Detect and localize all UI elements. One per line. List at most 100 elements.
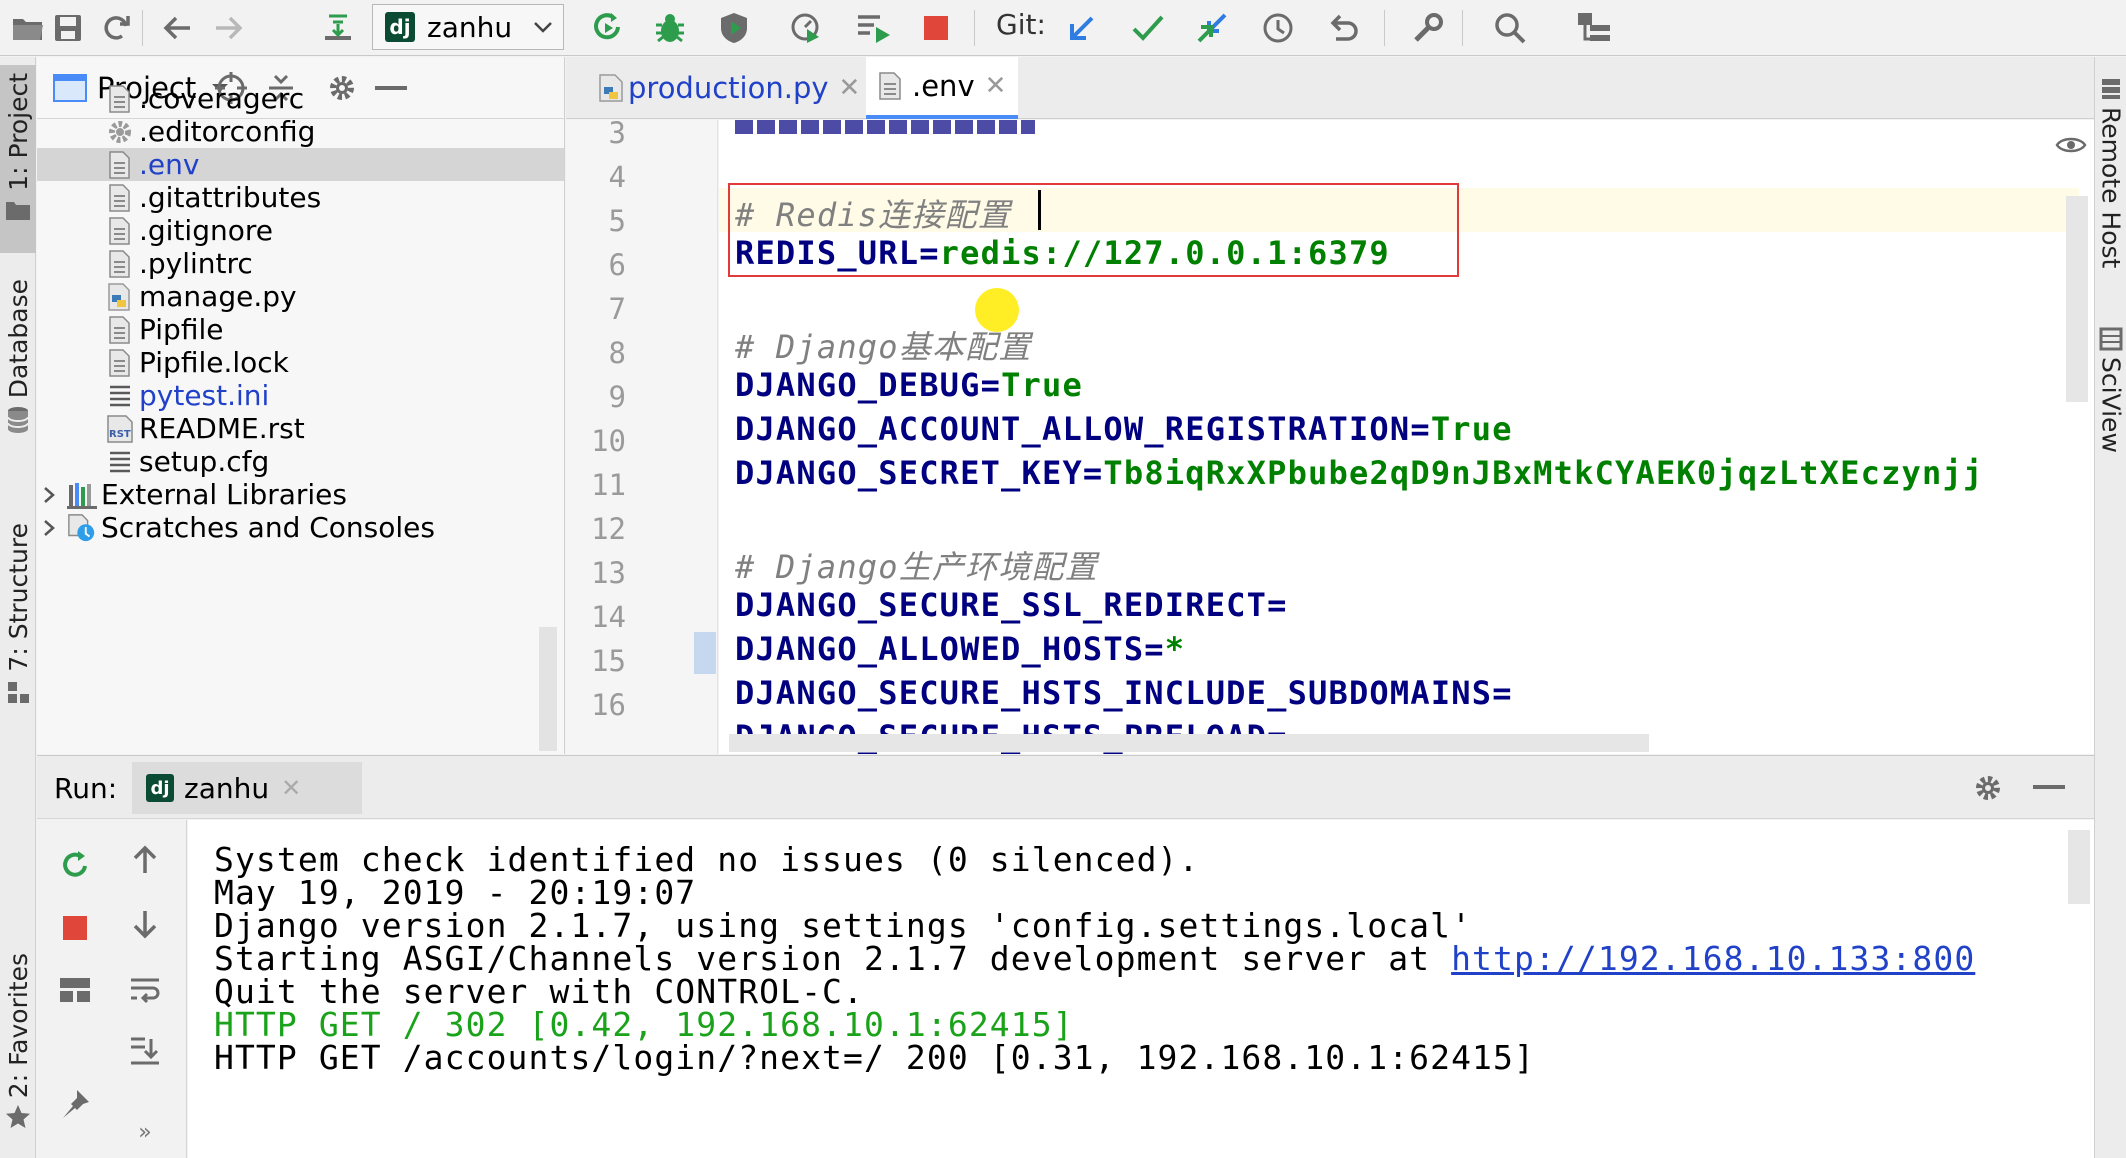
more-icon[interactable]: » <box>123 1110 167 1154</box>
tab-structure[interactable]: 7: Structure <box>0 517 36 723</box>
arrow-down-icon[interactable] <box>123 902 167 946</box>
tab-favorites[interactable]: 2: Favorites <box>0 947 36 1157</box>
project-tree-item[interactable]: .pylintrc <box>37 247 564 280</box>
project-tree-item-label: .gitattributes <box>139 181 322 214</box>
line-number: 5 <box>608 204 626 238</box>
tab-remote-host-label: Remote Host <box>2096 107 2126 269</box>
line-number: 15 <box>591 644 626 678</box>
line-number: 4 <box>608 160 626 194</box>
code-editor[interactable]: # Redis连接配置 REDIS_URL=redis://127.0.0.1:… <box>719 120 2094 754</box>
wrench-icon[interactable] <box>1406 6 1450 50</box>
tab-database[interactable]: Database <box>0 273 36 489</box>
project-tree-item[interactable]: External Libraries <box>37 478 564 511</box>
forward-icon[interactable] <box>206 6 250 50</box>
console-output[interactable]: System check identified no issues (0 sil… <box>188 820 2094 1158</box>
project-tree-item[interactable]: manage.py <box>37 280 564 313</box>
run-concurrency-icon[interactable] <box>852 6 896 50</box>
project-tree-item[interactable]: RST README.rst <box>37 412 564 445</box>
tab-sciview[interactable]: SciView <box>2095 327 2126 527</box>
editor-v-scrollbar[interactable] <box>2066 196 2088 402</box>
tab-structure-label: 7: Structure <box>3 523 33 672</box>
stop-icon[interactable] <box>914 6 958 50</box>
open-folder-icon[interactable] <box>6 6 50 50</box>
sync-icon[interactable] <box>94 6 138 50</box>
stop-icon[interactable] <box>53 906 97 950</box>
line-number: 6 <box>608 248 626 282</box>
save-icon[interactable] <box>46 6 90 50</box>
rst-file-icon: RST <box>105 413 135 445</box>
project-tree-item[interactable]: Pipfile.lock <box>37 346 564 379</box>
structure-view-icon[interactable] <box>1572 6 1616 50</box>
arrow-up-icon[interactable] <box>123 838 167 882</box>
tab-remote-host[interactable]: Remote Host <box>2095 77 2126 347</box>
close-icon[interactable]: ✕ <box>839 73 861 103</box>
gear-file-icon <box>105 116 135 148</box>
line-number: 13 <box>591 556 626 590</box>
project-tree-item[interactable]: Pipfile <box>37 313 564 346</box>
tab-production-py[interactable]: production.py ✕ <box>586 57 872 119</box>
project-tree-item[interactable]: pytest.ini <box>37 379 564 412</box>
tab-env[interactable]: .env ✕ <box>866 57 1019 119</box>
debug-icon[interactable] <box>648 6 692 50</box>
profile-icon[interactable] <box>784 6 828 50</box>
build-icon[interactable] <box>316 6 360 50</box>
search-icon[interactable] <box>1488 6 1532 50</box>
gear-icon[interactable] <box>1971 771 2005 805</box>
project-tree-item[interactable]: .coveragerc <box>37 82 564 115</box>
line-number: 9 <box>608 380 626 414</box>
svg-text:RST: RST <box>109 429 131 440</box>
project-scrollbar[interactable] <box>539 627 557 751</box>
tab-project[interactable]: 1: Project <box>0 65 36 253</box>
back-icon[interactable] <box>156 6 200 50</box>
server-url-link[interactable]: http://192.168.10.133:800 <box>1451 939 1975 978</box>
project-tree-item[interactable]: .gitattributes <box>37 181 564 214</box>
layout-icon[interactable] <box>53 968 97 1012</box>
project-tree-item[interactable]: .env <box>37 148 564 181</box>
left-tool-strip: 1: Project Database 7: Structure 2: Favo… <box>0 57 36 1158</box>
git-push-icon[interactable] <box>1190 6 1234 50</box>
rerun-icon[interactable] <box>53 844 97 888</box>
pin-icon[interactable] <box>53 1082 97 1126</box>
run-tab-zanhu[interactable]: dj zanhu ✕ <box>132 762 362 814</box>
code-key: DJANGO_DEBUG= <box>735 366 1002 404</box>
chevron-down-icon <box>534 22 552 33</box>
code-line-10: DJANGO_SECRET_KEY=Tb8iqRxXPbube2qD9nJBxM… <box>735 454 1983 492</box>
expand-arrow-icon[interactable] <box>37 519 61 537</box>
console-scrollbar[interactable] <box>2068 830 2090 904</box>
git-update-icon[interactable] <box>1060 6 1104 50</box>
soft-wrap-icon[interactable] <box>123 968 167 1012</box>
right-tool-strip: Remote Host SciView <box>2094 57 2126 1158</box>
python-file-icon <box>599 74 623 102</box>
close-icon[interactable]: ✕ <box>985 71 1007 101</box>
project-tree-item[interactable]: .editorconfig <box>37 115 564 148</box>
line-number: 7 <box>608 292 626 326</box>
line-number: 14 <box>591 600 626 634</box>
project-tree-item[interactable]: setup.cfg <box>37 445 564 478</box>
git-commit-icon[interactable] <box>1126 6 1170 50</box>
git-rollback-icon[interactable] <box>1322 6 1366 50</box>
code-line-8: DJANGO_DEBUG=True <box>735 366 1083 404</box>
project-tree-item[interactable]: Scratches and Consoles <box>37 511 564 544</box>
eye-icon[interactable] <box>2055 134 2087 156</box>
tab-favorites-label: 2: Favorites <box>3 953 33 1099</box>
code-key: DJANGO_ACCOUNT_ALLOW_REGISTRATION= <box>735 410 1431 448</box>
project-tree-item[interactable]: .gitignore <box>37 214 564 247</box>
rerun-icon[interactable] <box>586 6 630 50</box>
project-tree-item-label: setup.cfg <box>139 445 270 478</box>
scroll-to-end-icon[interactable] <box>123 1028 167 1072</box>
run-label: Run: <box>54 772 118 805</box>
line-number: 12 <box>591 512 626 546</box>
expand-arrow-icon[interactable] <box>37 486 61 504</box>
code-line-9: DJANGO_ACCOUNT_ALLOW_REGISTRATION=True <box>735 410 1513 448</box>
editor-h-scrollbar[interactable] <box>729 734 1649 752</box>
highlight-box <box>728 183 1459 277</box>
structure-icon <box>8 681 29 703</box>
change-marker[interactable] <box>694 632 716 674</box>
code-key: DJANGO_SECRET_KEY= <box>735 454 1104 492</box>
run-coverage-icon[interactable] <box>712 6 756 50</box>
close-icon[interactable]: ✕ <box>281 774 301 802</box>
git-history-icon[interactable] <box>1256 6 1300 50</box>
run-config-dropdown[interactable]: dj zanhu <box>372 4 564 50</box>
hide-panel-icon[interactable] <box>2033 784 2065 792</box>
sciview-icon <box>2099 327 2123 351</box>
